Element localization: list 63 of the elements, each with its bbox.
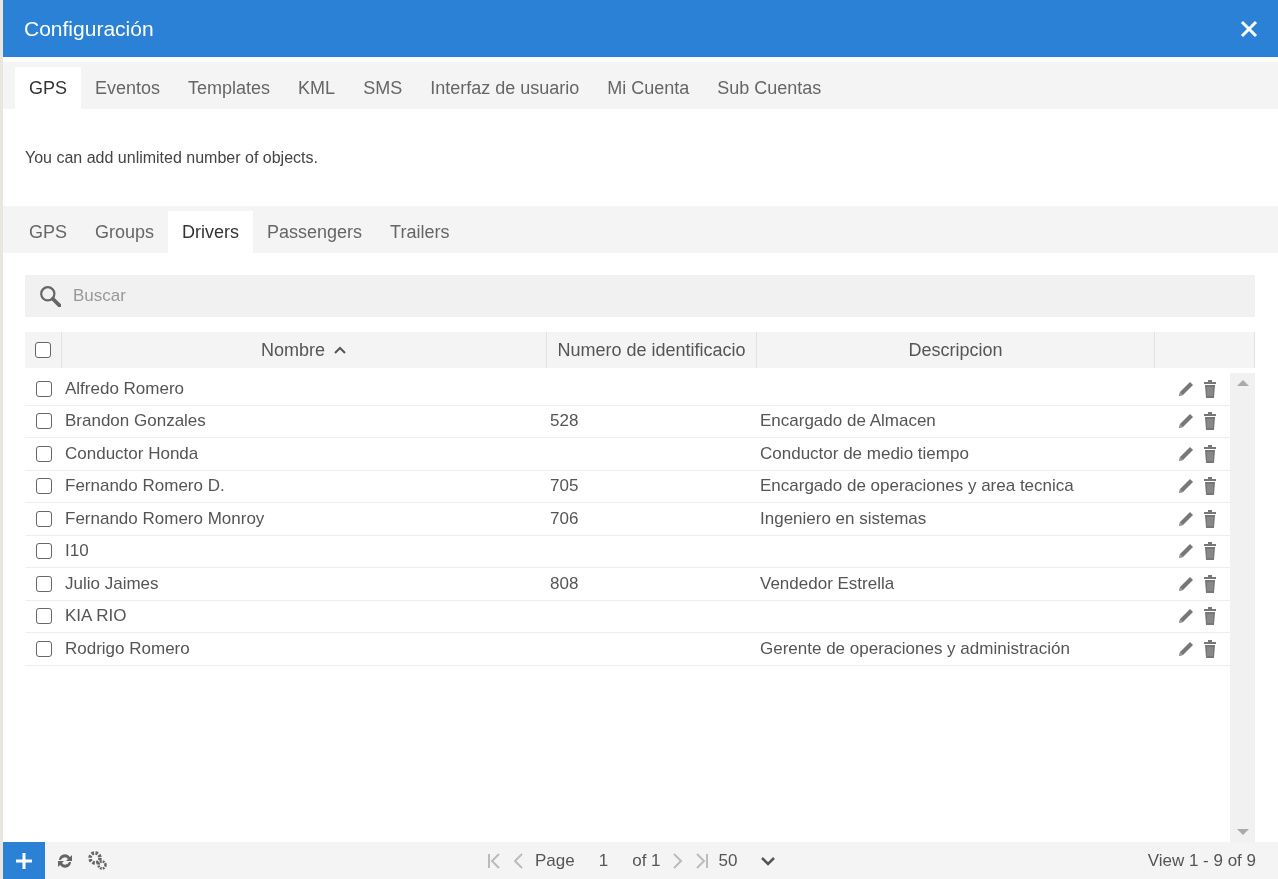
- settings-button[interactable]: [87, 849, 109, 872]
- trash-icon[interactable]: [1202, 607, 1218, 626]
- select-all-checkbox[interactable]: [35, 342, 51, 358]
- trash-icon[interactable]: [1202, 542, 1218, 561]
- record-count: View 1 - 9 of 9: [1147, 850, 1256, 871]
- table-cell-text: Alfredo Romero: [64, 378, 186, 399]
- table-cell-text: Rodrigo Romero: [64, 638, 191, 659]
- scrollbar[interactable]: [1230, 373, 1255, 842]
- trash-icon[interactable]: [1202, 444, 1218, 463]
- column-header[interactable]: Nombre: [261, 339, 325, 361]
- table-cell-text: 528: [549, 411, 580, 432]
- close-button[interactable]: [1240, 19, 1258, 38]
- table-cell-text: Conductor Honda: [64, 443, 200, 464]
- table-cell-text: Ingeniero en sistemas: [759, 508, 928, 529]
- add-button[interactable]: [3, 842, 45, 879]
- row-checkbox[interactable]: [35, 413, 52, 430]
- trash-icon[interactable]: [1202, 412, 1218, 431]
- row-checkbox[interactable]: [35, 543, 52, 560]
- table-cell-text: Fernando Romero D.: [64, 476, 226, 497]
- page-label: Page: [535, 850, 575, 871]
- table-cell-text: Gerente de operaciones y administración: [759, 638, 1071, 659]
- table-cell-text: Julio Jaimes: [64, 573, 160, 594]
- table-cell-text: Brandon Gonzales: [64, 411, 207, 432]
- scroll-down-icon: [1236, 828, 1249, 836]
- table-cell-text: Conductor de medio tiempo: [759, 443, 970, 464]
- table-cell-text: KIA RIO: [64, 606, 128, 627]
- window-title: Configuración: [24, 16, 154, 41]
- row-checkbox[interactable]: [35, 478, 52, 495]
- table-cell-text: Fernando Romero Monroy: [64, 508, 266, 529]
- table-cell-text: Encargado de Almacen: [759, 411, 937, 432]
- page-number[interactable]: 1: [598, 850, 609, 871]
- trash-icon[interactable]: [1202, 639, 1218, 658]
- tab[interactable]: Drivers: [168, 211, 254, 253]
- info-text: You can add unlimited number of objects.: [24, 147, 319, 168]
- table-cell-text: 706: [549, 508, 580, 529]
- scroll-up-icon: [1236, 379, 1249, 387]
- plus-icon: [15, 851, 33, 870]
- table-cell-text: 705: [549, 476, 580, 497]
- column-header[interactable]: Numero de identificacio: [557, 339, 746, 361]
- row-checkbox[interactable]: [35, 380, 52, 397]
- row-checkbox[interactable]: [35, 640, 52, 657]
- row-checkbox[interactable]: [35, 575, 52, 592]
- row-checkbox[interactable]: [35, 445, 52, 462]
- trash-icon[interactable]: [1202, 574, 1218, 593]
- tab[interactable]: GPS: [15, 67, 81, 109]
- trash-icon[interactable]: [1202, 509, 1218, 528]
- trash-icon[interactable]: [1202, 477, 1218, 496]
- column-header[interactable]: Descripcion: [908, 339, 1003, 361]
- trash-icon[interactable]: [1202, 379, 1218, 398]
- page-size-select[interactable]: 50: [718, 850, 776, 871]
- search-input[interactable]: Buscar: [71, 285, 675, 307]
- settings-icon: [87, 849, 109, 872]
- search-field[interactable]: Buscar: [25, 275, 1255, 317]
- chevron-down-icon: [761, 855, 776, 866]
- close-icon: [1240, 19, 1258, 38]
- table-cell-text: Vendedor Estrella: [759, 573, 896, 594]
- table-cell-text: 808: [549, 573, 580, 594]
- search-icon: [39, 285, 61, 307]
- table-cell-text: Encargado de operaciones y area tecnica: [759, 476, 1075, 497]
- table-cell-text: I10: [64, 541, 90, 562]
- row-checkbox[interactable]: [35, 608, 52, 625]
- row-checkbox[interactable]: [35, 510, 52, 527]
- page-count: of 1: [632, 850, 661, 871]
